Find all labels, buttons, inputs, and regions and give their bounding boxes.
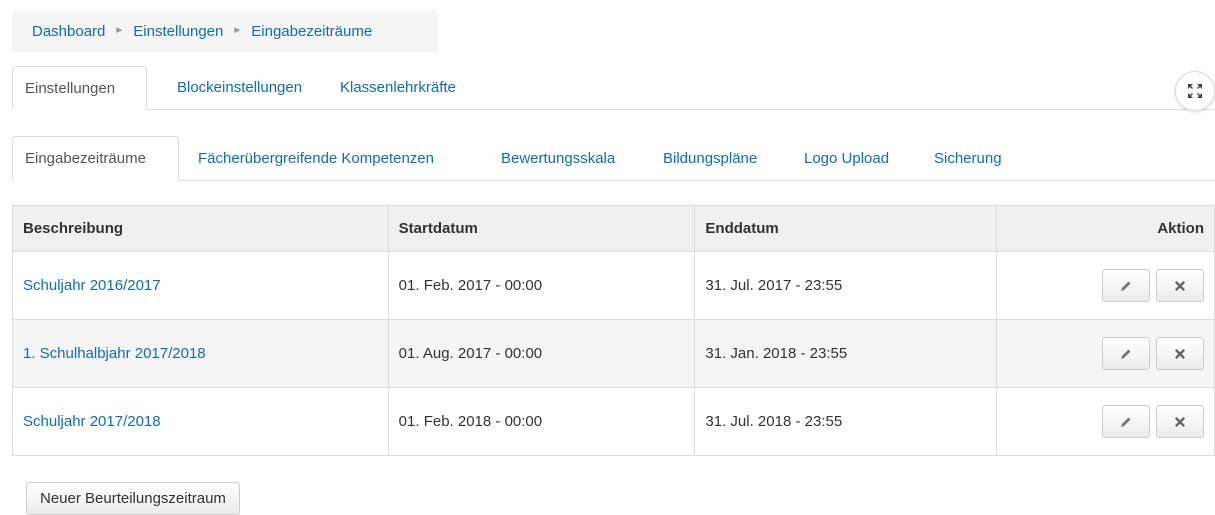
edit-button[interactable] (1102, 337, 1150, 370)
period-link[interactable]: Schuljahr 2016/2017 (23, 277, 161, 294)
pencil-icon (1121, 281, 1131, 291)
column-header-beschreibung: Beschreibung (12, 205, 389, 252)
start-date-cell: 01. Feb. 2017 - 00:00 (387, 251, 696, 320)
tab-logo-upload[interactable]: Logo Upload (804, 136, 889, 180)
tab-bildungsplaene[interactable]: Bildungspläne (663, 136, 757, 180)
breadcrumb: Dashboard ► Einstellungen ► Eingabezeitr… (12, 10, 438, 53)
edit-button[interactable] (1102, 405, 1150, 438)
table-row: 1. Schulhalbjahr 2017/2018 01. Aug. 2017… (12, 319, 1215, 388)
delete-button[interactable] (1156, 269, 1204, 302)
description-cell: 1. Schulhalbjahr 2017/2018 (12, 319, 389, 388)
action-cell (996, 319, 1215, 388)
periods-table: Beschreibung Startdatum Enddatum Aktion … (12, 205, 1215, 456)
description-cell: Schuljahr 2017/2018 (12, 387, 389, 456)
start-date-cell: 01. Aug. 2017 - 00:00 (387, 319, 696, 388)
breadcrumb-einstellungen[interactable]: Einstellungen (133, 23, 223, 40)
delete-button[interactable] (1156, 337, 1204, 370)
close-icon (1175, 416, 1185, 427)
column-header-enddatum: Enddatum (694, 205, 998, 252)
breadcrumb-separator-icon: ► (114, 25, 125, 36)
column-header-startdatum: Startdatum (387, 205, 696, 252)
start-date-cell: 01. Feb. 2018 - 00:00 (387, 387, 696, 456)
tab-bewertungsskala[interactable]: Bewertungsskala (501, 136, 615, 180)
delete-button[interactable] (1156, 405, 1204, 438)
edit-button[interactable] (1102, 269, 1150, 302)
action-cell (996, 387, 1215, 456)
main-tabs: Einstellungen Blockeinstellungen Klassen… (12, 66, 1215, 110)
tab-faecheruebergreifende-kompetenzen[interactable]: Fächerübergreifende Kompetenzen (198, 136, 434, 180)
end-date-cell: 31. Jul. 2018 - 23:55 (694, 387, 998, 456)
fullscreen-button[interactable] (1175, 71, 1215, 111)
new-period-button[interactable]: Neuer Beurteilungszeitraum (26, 482, 240, 515)
action-cell (996, 251, 1215, 320)
pencil-icon (1121, 417, 1131, 427)
close-icon (1175, 280, 1185, 291)
tab-sicherung[interactable]: Sicherung (934, 136, 1002, 180)
tab-blockeinstellungen[interactable]: Blockeinstellungen (177, 66, 302, 109)
description-cell: Schuljahr 2016/2017 (12, 251, 389, 320)
table-row: Schuljahr 2017/2018 01. Feb. 2018 - 00:0… (12, 387, 1215, 456)
end-date-cell: 31. Jan. 2018 - 23:55 (694, 319, 998, 388)
close-icon (1175, 348, 1185, 359)
breadcrumb-separator-icon: ► (232, 25, 243, 36)
expand-icon (1188, 84, 1202, 98)
breadcrumb-eingabezeitraeume[interactable]: Eingabezeiträume (251, 23, 372, 40)
tab-eingabezeitraeume[interactable]: Eingabezeiträume (12, 136, 179, 181)
settings-subtabs: Eingabezeiträume Fächerübergreifende Kom… (12, 136, 1215, 181)
tab-einstellungen[interactable]: Einstellungen (12, 66, 147, 110)
pencil-icon (1121, 349, 1131, 359)
period-link[interactable]: 1. Schulhalbjahr 2017/2018 (23, 345, 206, 362)
end-date-cell: 31. Jul. 2017 - 23:55 (694, 251, 998, 320)
table-row: Schuljahr 2016/2017 01. Feb. 2017 - 00:0… (12, 251, 1215, 320)
column-header-aktion: Aktion (996, 205, 1215, 252)
breadcrumb-dashboard[interactable]: Dashboard (32, 23, 105, 40)
period-link[interactable]: Schuljahr 2017/2018 (23, 413, 161, 430)
tab-klassenlehrkraefte[interactable]: Klassenlehrkräfte (340, 66, 456, 109)
table-header-row: Beschreibung Startdatum Enddatum Aktion (12, 205, 1215, 252)
